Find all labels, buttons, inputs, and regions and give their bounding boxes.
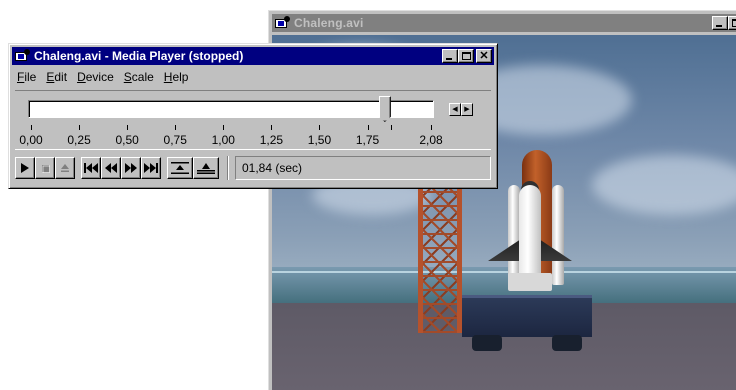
scale-tick (367, 125, 369, 130)
position-track[interactable] (28, 100, 434, 118)
stop-button[interactable] (35, 157, 55, 179)
maximize-icon (732, 19, 736, 27)
video-minimize-button[interactable] (712, 16, 728, 30)
scale-tick (31, 125, 32, 130)
position-readout: 01,84 (sec) (235, 156, 491, 180)
video-titlebar[interactable]: Chaleng.avi (272, 14, 736, 32)
rewind-button[interactable] (101, 157, 121, 179)
player-titlebar[interactable]: Chaleng.avi - Media Player (stopped) ✕ (12, 47, 494, 65)
scale-tick-label: 0,50 (115, 133, 139, 147)
end-selection-icon (197, 163, 215, 174)
next-mark-icon (144, 163, 158, 173)
menu-help[interactable]: Help (159, 70, 194, 84)
scale-tick (431, 125, 432, 130)
previous-mark-icon (84, 163, 98, 173)
controls-divider (227, 156, 229, 180)
position-readout-text: 01,84 (sec) (242, 161, 303, 175)
video-maximize-button[interactable] (728, 16, 736, 30)
scale-tick (79, 125, 81, 130)
rewind-icon (105, 163, 117, 173)
scale-tick-label: 1,25 (259, 133, 284, 147)
menu-scale[interactable]: Scale (119, 70, 159, 84)
fast-forward-button[interactable] (121, 157, 141, 179)
previous-mark-button[interactable] (81, 157, 101, 179)
player-title: Chaleng.avi - Media Player (stopped) (34, 49, 244, 63)
scale-tick-label: 2,08 (419, 133, 443, 147)
scale-tick (175, 125, 177, 130)
selection-mark (390, 125, 392, 130)
end-selection-button[interactable] (193, 157, 219, 179)
play-button[interactable] (15, 157, 35, 179)
scale-area: ◀ ▶ 0,00 0,25 0,50 0,75 1,00 1,25 1,50 1,75 2,08 (15, 90, 491, 150)
stop-icon (41, 164, 50, 173)
scale-tick-label: 1,50 (307, 133, 332, 147)
menu-device[interactable]: Device (72, 70, 119, 84)
scale-tick-label: 0,75 (163, 133, 187, 147)
start-selection-icon (171, 162, 189, 174)
scale-tick-label: 1,00 (211, 133, 235, 147)
minimize-button[interactable] (442, 49, 458, 63)
scale-tick-label: 1,75 (355, 133, 380, 147)
scale-tick (223, 125, 225, 130)
scroll-left-button[interactable]: ◀ (449, 103, 461, 116)
eject-button[interactable] (55, 157, 75, 179)
selection-spinner: ◀ ▶ (449, 103, 473, 116)
minimize-icon (716, 25, 722, 27)
maximize-button[interactable] (458, 49, 474, 63)
scale-tick (271, 125, 273, 130)
position-thumb[interactable] (378, 96, 391, 122)
scale-tick (127, 125, 129, 130)
fast-forward-icon (125, 163, 137, 173)
scale-tick (319, 125, 321, 130)
scroll-right-button[interactable]: ▶ (461, 103, 473, 116)
scale-tick-label: 0,25 (67, 133, 91, 147)
menu-bar: File Edit Device Scale Help (12, 67, 494, 87)
next-mark-button[interactable] (141, 157, 161, 179)
play-icon (21, 163, 29, 173)
close-button[interactable]: ✕ (476, 49, 492, 63)
media-player-window: Chaleng.avi - Media Player (stopped) ✕ F… (8, 43, 498, 189)
media-player-app-icon[interactable] (14, 49, 30, 63)
menu-file[interactable]: File (12, 70, 41, 84)
eject-icon (61, 164, 69, 172)
transport-controls: 01,84 (sec) (15, 154, 491, 182)
start-selection-button[interactable] (167, 157, 193, 179)
media-player-app-icon[interactable] (274, 16, 290, 30)
close-icon: ✕ (479, 50, 489, 62)
video-window-title: Chaleng.avi (294, 16, 364, 30)
triangle-right-icon: ▶ (464, 106, 470, 113)
menu-edit[interactable]: Edit (41, 70, 72, 84)
scale-ticks: 0,00 0,25 0,50 0,75 1,00 1,25 1,50 1,75 2,08 (15, 125, 491, 149)
minimize-icon (446, 58, 452, 60)
scale-tick-label: 0,00 (19, 133, 43, 147)
maximize-icon (462, 52, 471, 60)
triangle-left-icon: ◀ (452, 106, 458, 113)
